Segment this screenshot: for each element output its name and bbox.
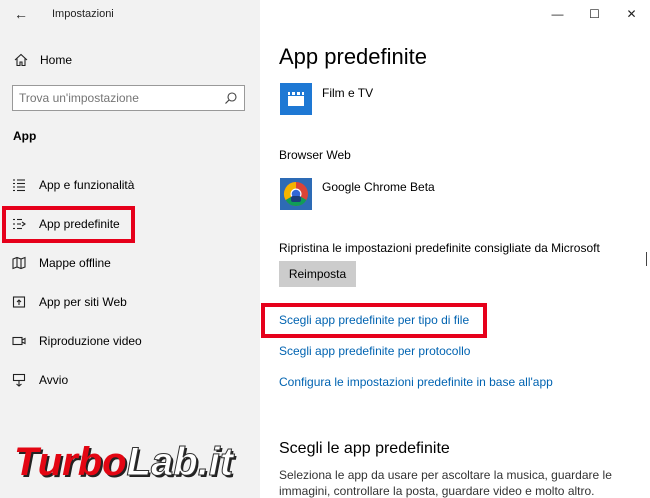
section-heading: Scegli le app predefinite — [279, 440, 450, 457]
sidebar-item-label: Mappe offline — [39, 255, 111, 270]
chrome-beta-icon — [280, 178, 312, 210]
reset-description: Ripristina le impostazioni predefinite c… — [279, 241, 600, 255]
sidebar-item-web-apps[interactable]: App per siti Web — [0, 282, 260, 321]
browser-default[interactable]: Google Chrome Beta — [280, 178, 435, 210]
browser-label: Browser Web — [279, 148, 351, 162]
minimize-button[interactable]: — — [539, 0, 576, 28]
main-content: — ☐ ✕ App predefinite Film e TV Browser … — [260, 0, 650, 498]
reset-button[interactable]: Reimposta — [279, 261, 356, 287]
films-tv-icon — [280, 83, 312, 115]
selection-highlight — [2, 206, 135, 243]
watermark-part-1: Turbo — [14, 440, 127, 484]
watermark-logo: TurboLab.it — [14, 440, 234, 485]
home-label: Home — [40, 53, 73, 67]
close-button[interactable]: ✕ — [613, 0, 650, 28]
back-button[interactable]: ← — [10, 4, 32, 24]
link-by-file-type[interactable]: Scegli app predefinite per tipo di file — [279, 313, 469, 327]
link-by-app[interactable]: Configura le impostazioni predefinite in… — [279, 375, 553, 389]
startup-icon — [12, 373, 26, 387]
home-icon — [14, 53, 28, 67]
search-icon[interactable] — [224, 91, 238, 105]
sidebar-item-startup[interactable]: Avvio — [0, 360, 260, 399]
search-input[interactable] — [13, 86, 213, 110]
sidebar-item-offline-maps[interactable]: Mappe offline — [0, 243, 260, 282]
link-by-protocol[interactable]: Scegli app predefinite per protocollo — [279, 344, 470, 358]
watermark-part-2: Lab.it — [126, 440, 234, 485]
sidebar-nav: App e funzionalità App predefinite Mappe… — [0, 165, 260, 399]
sidebar-home[interactable]: Home — [14, 50, 72, 70]
map-icon — [12, 256, 26, 270]
maximize-button[interactable]: ☐ — [576, 0, 613, 28]
sidebar-item-label: App per siti Web — [39, 294, 127, 309]
video-player-default[interactable]: Film e TV — [280, 83, 373, 115]
text-cursor-icon — [646, 252, 648, 266]
sidebar: ← Impostazioni Home App App e funzionali… — [0, 0, 260, 498]
video-icon — [12, 334, 26, 348]
window-title: Impostazioni — [52, 8, 114, 20]
section-description: Seleziona le app da usare per ascoltare … — [279, 468, 612, 498]
list-icon — [12, 178, 26, 192]
window-controls: — ☐ ✕ — [539, 0, 650, 28]
sidebar-item-label: App e funzionalità — [39, 177, 135, 192]
video-app-name: Film e TV — [322, 86, 374, 100]
page-title: App predefinite — [279, 44, 427, 69]
sidebar-item-label: Avvio — [39, 372, 69, 387]
sidebar-item-default-apps[interactable]: App predefinite — [0, 204, 260, 243]
search-box[interactable] — [12, 85, 245, 111]
sidebar-item-video-playback[interactable]: Riproduzione video — [0, 321, 260, 360]
browser-app-name: Google Chrome Beta — [322, 180, 435, 194]
sidebar-item-label: Riproduzione video — [39, 333, 142, 348]
sidebar-item-app-features[interactable]: App e funzionalità — [0, 165, 260, 204]
web-app-icon — [12, 295, 26, 309]
section-label: App — [13, 129, 37, 143]
